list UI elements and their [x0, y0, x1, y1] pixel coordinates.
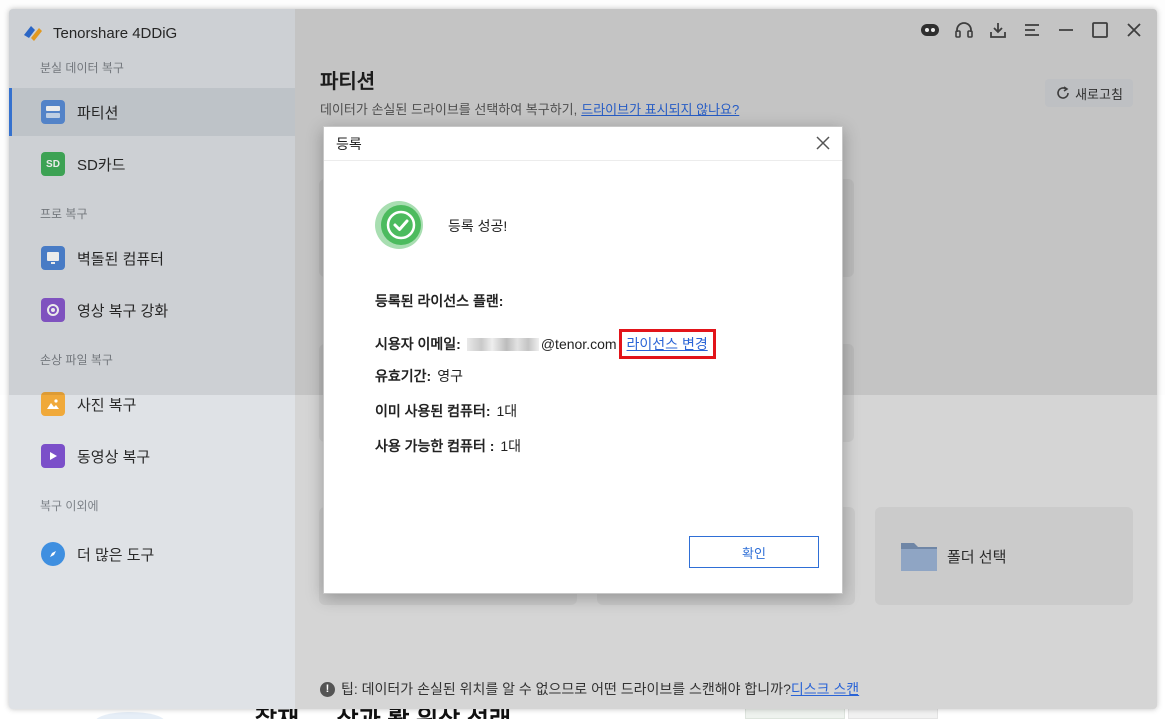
validity-value: 영구 — [437, 368, 463, 384]
section-label-pro: 프로 복구 — [40, 207, 88, 221]
page-subtitle: 데이터가 손실된 드라이브를 선택하여 복구하기, 드라이브가 표시되지 않나요? — [320, 99, 739, 118]
refresh-button[interactable]: 새로고침 — [1045, 79, 1133, 107]
page-subtitle-text: 데이터가 손실된 드라이브를 선택하여 복구하기, — [320, 102, 578, 117]
license-plan-row: 등록된 라이선스 플랜: — [375, 291, 509, 311]
validity-row: 유효기간: 영구 — [375, 366, 463, 386]
sidebar-item-label: 더 많은 도구 — [77, 546, 155, 564]
info-icon: ! — [320, 681, 335, 697]
folder-icon — [901, 543, 937, 571]
sidebar-item-label: 벽돌된 컴퓨터 — [77, 250, 164, 268]
validity-label: 유효기간: — [375, 368, 432, 384]
sidebar-item-label: 사진 복구 — [77, 396, 137, 414]
maximize-icon[interactable] — [1089, 19, 1111, 41]
sidebar-item-photo-repair[interactable]: 사진 복구 — [9, 380, 295, 428]
email-label: 시용자 이메일: — [375, 336, 461, 352]
menu-icon[interactable] — [1021, 19, 1043, 41]
sidebar-item-label: SD카드 — [77, 156, 126, 174]
app-logo-icon — [24, 26, 42, 41]
background-heading: 잘재 … 삭과 뢉 위상 석래 — [255, 708, 511, 719]
video-enhance-icon — [41, 298, 65, 322]
confirm-button[interactable]: 확인 — [689, 536, 819, 568]
select-folder-card[interactable]: 폴더 선택 — [875, 507, 1133, 605]
headset-support-icon[interactable] — [953, 19, 975, 41]
sidebar-item-partition[interactable]: 파티션 — [9, 88, 295, 136]
used-computers-label: 이미 사용된 컴퓨터: — [375, 403, 491, 419]
photo-icon — [41, 392, 65, 416]
available-computers-row: 사용 가능한 컴퓨터 : 1대 — [375, 436, 521, 456]
sidebar-item-crashed-computer[interactable]: 벽돌된 컴퓨터 — [9, 234, 295, 282]
drive-not-shown-link[interactable]: 드라이브가 표시되지 않나요? — [581, 102, 739, 117]
email-domain: @tenor.com — [540, 336, 617, 352]
close-window-icon[interactable] — [1123, 19, 1145, 41]
disk-scan-link[interactable]: 디스크 스캔 — [791, 679, 859, 699]
success-check-icon — [375, 201, 423, 249]
dialog-title: 등록 — [336, 135, 362, 152]
available-computers-label: 사용 가능한 컴퓨터 : — [375, 438, 495, 454]
partition-icon — [41, 100, 65, 124]
assistant-robot-icon[interactable] — [919, 19, 941, 41]
refresh-icon — [1057, 86, 1069, 99]
refresh-label: 새로고침 — [1075, 86, 1123, 102]
compass-icon — [41, 542, 65, 566]
sidebar-item-label: 파티션 — [77, 104, 119, 122]
change-license-link[interactable]: 라이선스 변경 — [618, 329, 716, 359]
select-folder-label: 폴더 선택 — [947, 548, 1007, 566]
used-computers-row: 이미 사용된 컴퓨터: 1대 — [375, 401, 517, 421]
sidebar-item-video-enhance[interactable]: 영상 복구 강화 — [9, 286, 295, 334]
page-title: 파티션 — [320, 71, 376, 93]
brand: Tenorshare 4DDiG — [21, 21, 177, 45]
video-icon — [41, 444, 65, 468]
section-label-other: 복구 이외에 — [40, 499, 99, 513]
dialog-header: 등록 — [324, 127, 842, 161]
sidebar-item-more-tools[interactable]: 더 많은 도구 — [9, 530, 295, 578]
minimize-icon[interactable] — [1055, 19, 1077, 41]
sidebar-item-label: 동영상 복구 — [77, 448, 151, 466]
email-row: 시용자 이메일: @tenor.com 라이선스 변경 — [375, 329, 716, 359]
sidebar-item-sd-card[interactable]: SD SD카드 — [9, 140, 295, 188]
sidebar-item-video-repair[interactable]: 동영상 복구 — [9, 432, 295, 480]
tip-bar: ! 팁: 데이터가 손실된 위치를 알 수 없으므로 어떤 드라이브를 스캔해야… — [320, 679, 859, 699]
success-message: 등록 성공! — [448, 218, 508, 234]
app-name: Tenorshare 4DDiG — [53, 24, 178, 42]
sd-card-icon: SD — [41, 152, 65, 176]
tip-text: 팁: 데이터가 손실된 위치를 알 수 없으므로 어떤 드라이브를 스캔해야 합… — [341, 681, 791, 697]
window-controls — [919, 19, 1145, 41]
download-icon[interactable] — [987, 19, 1009, 41]
used-computers-value: 1대 — [496, 403, 518, 419]
email-redacted — [466, 337, 539, 351]
monitor-icon — [41, 246, 65, 270]
section-label-lost: 분실 데이터 복구 — [40, 61, 124, 75]
section-label-damaged: 손상 파일 복구 — [40, 353, 113, 367]
registration-dialog: 등록 등록 성공! 등록된 라이선스 플랜: 시용자 이메일: @tenor.c… — [323, 126, 843, 594]
close-icon[interactable] — [812, 132, 834, 154]
sidebar-item-label: 영상 복구 강화 — [77, 302, 169, 320]
available-computers-value: 1대 — [500, 438, 522, 454]
sidebar: Tenorshare 4DDiG 분실 데이터 복구 파티션 SD SD카드 프… — [9, 9, 295, 709]
license-plan-label: 등록된 라이선스 플랜: — [375, 293, 504, 309]
